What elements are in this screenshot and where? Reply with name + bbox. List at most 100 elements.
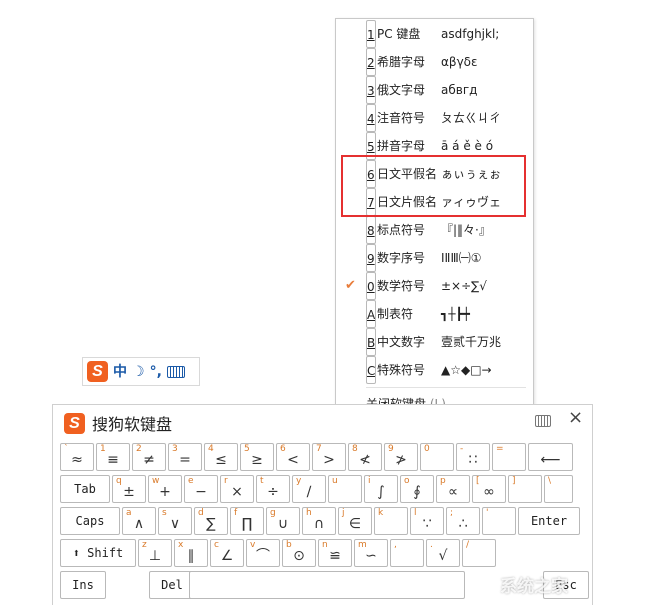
key-symbol: ≌ bbox=[329, 548, 341, 564]
menu-item-3[interactable]: 3 俄文字母 абвгд bbox=[336, 76, 533, 104]
key-51[interactable]: 3 = bbox=[168, 443, 202, 471]
key-120[interactable]: x ∥ bbox=[174, 539, 208, 567]
menu-item-label: 标点符号 bbox=[377, 223, 426, 237]
key-116[interactable]: t ÷ bbox=[256, 475, 290, 503]
key-110[interactable]: n ≌ bbox=[318, 539, 352, 567]
menu-item-b[interactable]: B 中文数字 壹贰千万兆 bbox=[336, 328, 533, 356]
close-button[interactable]: × bbox=[568, 407, 583, 428]
key-enter[interactable]: Enter bbox=[518, 507, 580, 535]
key-symbol: ≯ bbox=[395, 452, 407, 468]
key-blank[interactable]: ⟵ bbox=[528, 443, 573, 471]
menu-item-sample: 『|‖々·』 bbox=[441, 223, 491, 237]
key-symbol: ∠ bbox=[220, 548, 234, 564]
key-tab[interactable]: Tab bbox=[60, 475, 110, 503]
key-space[interactable] bbox=[189, 571, 465, 599]
key-55[interactable]: 7 > bbox=[312, 443, 346, 471]
key-39[interactable]: ' bbox=[482, 507, 516, 535]
key-symbol: ≤ bbox=[215, 452, 227, 468]
key-104[interactable]: h ∩ bbox=[302, 507, 336, 535]
key-symbol: = bbox=[179, 452, 191, 468]
key-97[interactable]: a ∧ bbox=[122, 507, 156, 535]
key-symbol: ⟵ bbox=[540, 452, 561, 468]
key-symbol: ∏ bbox=[241, 516, 253, 532]
key-symbol: √ bbox=[438, 548, 448, 564]
key-shift[interactable]: ⬆ Shift bbox=[60, 539, 136, 567]
key-48[interactable]: 0 bbox=[420, 443, 454, 471]
menu-item-1[interactable]: 1 PC 键盘 asdfghjkl; bbox=[336, 20, 533, 48]
menu-item-4[interactable]: 4 注音符号 ㄆㄊㄍㄐㄔ bbox=[336, 104, 533, 132]
chinese-mode-toggle[interactable]: 中 bbox=[113, 365, 127, 379]
key-102[interactable]: f ∏ bbox=[230, 507, 264, 535]
key-49[interactable]: 1 ≡ bbox=[96, 443, 130, 471]
menu-item-sample: 壹贰千万兆 bbox=[441, 335, 502, 349]
key-shifted-char: / bbox=[466, 540, 470, 550]
key-111[interactable]: o ∮ bbox=[400, 475, 434, 503]
key-101[interactable]: e − bbox=[184, 475, 218, 503]
key-93[interactable]: ] bbox=[508, 475, 542, 503]
key-59[interactable]: ; ∴ bbox=[446, 507, 480, 535]
key-50[interactable]: 2 ≠ bbox=[132, 443, 166, 471]
key-107[interactable]: k bbox=[374, 507, 408, 535]
key-109[interactable]: m ∽ bbox=[354, 539, 388, 567]
key-53[interactable]: 5 ≥ bbox=[240, 443, 274, 471]
key-caps[interactable]: Caps bbox=[60, 507, 120, 535]
menu-item-label: 数学符号 bbox=[377, 279, 426, 293]
key-103[interactable]: g ∪ bbox=[266, 507, 300, 535]
key-115[interactable]: s ∨ bbox=[158, 507, 192, 535]
key-shifted-char: , bbox=[394, 540, 397, 550]
key-61[interactable]: = bbox=[492, 443, 526, 471]
menu-item-8[interactable]: 8 标点符号 『|‖々·』 bbox=[336, 216, 533, 244]
menu-item-2[interactable]: 2 希腊字母 αβγδε bbox=[336, 48, 533, 76]
menu-item-shortcut: 0 bbox=[366, 272, 376, 300]
menu-item-5[interactable]: 5 拼音字母 ā á ě è ó bbox=[336, 132, 533, 160]
keyboard-icon[interactable] bbox=[535, 415, 551, 427]
key-91[interactable]: [∞ bbox=[472, 475, 506, 503]
menu-item-sample: ァィゥヴェ bbox=[441, 195, 502, 209]
key-symbol: ⊙ bbox=[293, 548, 305, 564]
key-118[interactable]: v ⌒ bbox=[246, 539, 280, 567]
key-92[interactable]: \ bbox=[544, 475, 573, 503]
key-112[interactable]: p ∝ bbox=[436, 475, 470, 503]
menu-item-c[interactable]: C 特殊符号 ▲☆◆□→ bbox=[336, 356, 533, 384]
keyboard-title: 搜狗软键盘 bbox=[92, 415, 173, 434]
key-105[interactable]: i ∫ bbox=[364, 475, 398, 503]
key-44[interactable]: , bbox=[390, 539, 424, 567]
key-96[interactable]: ` ≈ bbox=[60, 443, 94, 471]
key-98[interactable]: b ⊙ bbox=[282, 539, 316, 567]
key-113[interactable]: q ± bbox=[112, 475, 146, 503]
punctuation-toggle[interactable]: °, bbox=[150, 365, 162, 379]
menu-item-sample: абвгд bbox=[441, 83, 478, 97]
menu-item-shortcut: A bbox=[366, 300, 377, 328]
key-45[interactable]: - ∷ bbox=[456, 443, 490, 471]
key-122[interactable]: z ⊥ bbox=[138, 539, 172, 567]
key-108[interactable]: l ∵ bbox=[410, 507, 444, 535]
key-99[interactable]: c ∠ bbox=[210, 539, 244, 567]
menu-item-shortcut: 6 bbox=[366, 160, 376, 188]
key-119[interactable]: w + bbox=[148, 475, 182, 503]
key-56[interactable]: 8 ≮ bbox=[348, 443, 382, 471]
key-symbol: − bbox=[195, 484, 207, 500]
menu-item-0[interactable]: ✔ 0 数学符号 ±×÷∑√ bbox=[336, 272, 533, 300]
key-52[interactable]: 4 ≤ bbox=[204, 443, 238, 471]
menu-item-label: 俄文字母 bbox=[377, 83, 426, 97]
menu-item-a[interactable]: A 制表符 ┓┼┣┿ bbox=[336, 300, 533, 328]
key-100[interactable]: d ∑ bbox=[194, 507, 228, 535]
key-46[interactable]: . √ bbox=[426, 539, 460, 567]
key-54[interactable]: 6 < bbox=[276, 443, 310, 471]
menu-item-shortcut: 1 bbox=[366, 20, 376, 48]
key-symbol: Tab bbox=[74, 482, 96, 496]
key-47[interactable]: / bbox=[462, 539, 496, 567]
key-57[interactable]: 9 ≯ bbox=[384, 443, 418, 471]
soft-keyboard-icon[interactable] bbox=[166, 365, 185, 378]
sogou-logo-icon[interactable]: S bbox=[87, 361, 108, 382]
key-symbol: ≡ bbox=[107, 452, 119, 468]
key-ins[interactable]: Ins bbox=[60, 571, 106, 599]
menu-item-9[interactable]: 9 数字序号 ⅠⅡⅢ㈠① bbox=[336, 244, 533, 272]
half-width-moon-icon[interactable]: ☽ bbox=[132, 365, 145, 379]
key-117[interactable]: u bbox=[328, 475, 362, 503]
key-121[interactable]: y ∕ bbox=[292, 475, 326, 503]
key-114[interactable]: r × bbox=[220, 475, 254, 503]
key-106[interactable]: j ∈ bbox=[338, 507, 372, 535]
menu-item-7[interactable]: 7 日文片假名 ァィゥヴェ bbox=[336, 188, 533, 216]
menu-item-6[interactable]: 6 日文平假名 ぁぃぅぇぉ bbox=[336, 160, 533, 188]
